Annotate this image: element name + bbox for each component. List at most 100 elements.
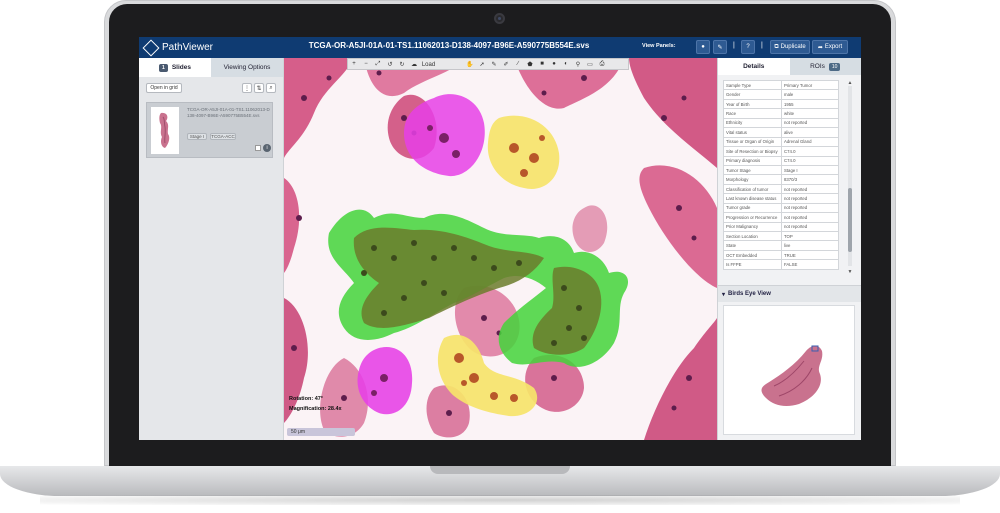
circle-icon[interactable]: ● [548, 61, 560, 67]
metadata-key: Last known disease status [723, 193, 782, 204]
list-view-button[interactable]: ⋮ [242, 83, 252, 93]
help-icon: ? [746, 44, 750, 50]
save-icon[interactable]: ⎙ [596, 61, 608, 68]
metadata-value: C74.0 [781, 146, 839, 157]
metadata-row: Morphology 8370/3 [723, 174, 839, 185]
slide-viewer[interactable]: + − ⤢ ↺ ↻ ☁ Load ✋ ➚ ✎ ✐ ∕ ⬟ ■ ● ◐ ⚲ ▭ ⎙ [284, 58, 717, 440]
tab-details[interactable]: Details [718, 58, 790, 75]
birds-eye-thumbnail [761, 345, 823, 406]
view-panel-button[interactable]: ● [696, 40, 710, 54]
metadata-value: alive [781, 127, 839, 138]
metadata-row: Sample Type Primary Tumor [723, 80, 839, 91]
birds-eye-view[interactable] [723, 305, 855, 435]
separator: | [733, 42, 735, 49]
metadata-key: Gender [723, 89, 782, 100]
metadata-row: State live [723, 240, 839, 251]
scroll-down-icon[interactable]: ▼ [846, 269, 854, 275]
metadata-value: 8370/3 [781, 174, 839, 185]
metadata-row: Race white [723, 108, 839, 119]
file-title: TCGA-OR-A5JI-01A-01-TS1.11062013-D138-40… [308, 41, 590, 50]
export-button[interactable]: ➦ Export [812, 40, 848, 54]
magnification-value: 28.4x [327, 406, 342, 412]
slide-thumbnail [151, 107, 179, 154]
metadata-key: Ethnicity [723, 117, 782, 129]
logo-text: PathViewer [162, 42, 213, 53]
zoom-out-icon[interactable]: − [360, 61, 372, 67]
magnification-readout: Magnification: 28.4x [289, 406, 342, 412]
metadata-key: Progression or Recurrence [723, 212, 782, 223]
open-in-grid-button[interactable]: Open in grid [146, 83, 182, 93]
metadata-key: Tissue or Organ of Origin [723, 136, 782, 148]
metadata-scrollbar[interactable]: ▲ ▼ [846, 76, 854, 276]
slide-name: TCGA-OR-A5JI-01A-01-TS1.11062013-D138-40… [187, 107, 270, 118]
metadata-key: Race [723, 108, 782, 119]
tab-rois-label: ROIs [810, 63, 825, 70]
left-panel: 1 Slides Viewing Options Open in grid ⋮ … [139, 58, 284, 440]
metadata-row: Site of Resection or Biopsy C74.0 [723, 146, 839, 157]
metadata-row: Year of Birth 1955 [723, 98, 839, 110]
left-tabs: 1 Slides Viewing Options [139, 58, 283, 77]
metadata-key: Is FFPE [723, 259, 782, 270]
metadata-key: Tumor grade [723, 202, 782, 214]
duplicate-button[interactable]: ⧉ Duplicate [770, 40, 810, 54]
marker-icon[interactable]: ✐ [500, 61, 512, 68]
duplicate-icon: ⧉ [774, 43, 779, 50]
export-label: Export [824, 44, 843, 50]
rotate-left-icon[interactable]: ↺ [384, 61, 396, 68]
metadata-row: Gender male [723, 89, 839, 100]
tab-slides[interactable]: 1 Slides [139, 58, 211, 77]
pin-icon[interactable]: ⚲ [572, 61, 584, 68]
metadata-value: 1955 [781, 98, 839, 110]
select-checkbox[interactable] [255, 145, 261, 151]
scale-bar: 50 μm [287, 428, 355, 436]
list-icon: ⋮ [244, 85, 250, 92]
pointer-icon[interactable]: ➚ [476, 61, 488, 68]
top-bar: PathViewer TCGA-OR-A5JI-01A-01-TS1.11062… [139, 37, 861, 58]
right-tabs: Details ROIs 10 [718, 58, 861, 75]
search-button[interactable]: ⌕ [266, 83, 276, 93]
info-icon[interactable]: i [263, 144, 271, 152]
slides-count-badge: 1 [159, 63, 168, 72]
brush-icon[interactable]: ∕ [512, 61, 524, 67]
scroll-thumb[interactable] [848, 188, 852, 252]
metadata-row: Tissue or Organ of Origin Adrenal Gland [723, 136, 839, 148]
fill-icon[interactable]: ◐ [560, 61, 572, 67]
app-logo[interactable]: PathViewer [142, 39, 213, 56]
help-button[interactable]: ? [741, 40, 755, 54]
hand-icon[interactable]: ✋ [464, 61, 476, 68]
fit-icon[interactable]: ⤢ [372, 61, 384, 68]
settings-button[interactable]: ✎ [713, 40, 727, 54]
polygon-icon[interactable]: ⬟ [524, 61, 536, 68]
zoom-in-icon[interactable]: + [348, 61, 360, 67]
viewer-toolbar: + − ⤢ ↺ ↻ ☁ Load ✋ ➚ ✎ ✐ ∕ ⬟ ■ ● ◐ ⚲ ▭ ⎙ [347, 58, 629, 70]
metadata-value: male [781, 89, 839, 100]
birds-eye-header[interactable]: ▾ Birds Eye View [718, 285, 861, 302]
app-screen: PathViewer TCGA-OR-A5JI-01A-01-TS1.11062… [139, 37, 861, 440]
rotate-right-icon[interactable]: ↻ [396, 61, 408, 68]
metadata-row: Tumor grade not reported [723, 202, 839, 214]
metadata-value: TOP [781, 230, 839, 242]
metadata-row: OCT Embedded TRUE [723, 249, 839, 261]
collapse-icon: ▾ [722, 291, 726, 298]
metadata-key: Morphology [723, 174, 782, 185]
metadata-value: not reported [781, 117, 839, 129]
eraser-icon[interactable]: ▭ [584, 61, 596, 68]
tab-rois[interactable]: ROIs 10 [789, 58, 861, 75]
load-button[interactable]: ☁ Load [408, 61, 435, 68]
metadata-value: not reported [781, 221, 839, 233]
metadata-key: Primary diagnosis [723, 155, 782, 166]
pen-icon[interactable]: ✎ [488, 61, 500, 68]
rois-count-badge: 10 [828, 62, 841, 71]
metadata-row: Prior Malignancy not reported [723, 221, 839, 233]
sort-button[interactable]: ⇅ [254, 83, 264, 93]
tab-slides-label: Slides [171, 64, 191, 71]
sort-icon: ⇅ [256, 85, 262, 92]
metadata-value: not reported [781, 183, 839, 195]
slide-card[interactable]: TCGA-OR-A5JI-01A-01-TS1.11062013-D138-40… [146, 102, 273, 158]
search-icon: ⌕ [269, 84, 273, 91]
view-panels-label: View Panels: [642, 43, 676, 49]
metadata-value: FALSE [781, 259, 839, 270]
square-icon[interactable]: ■ [536, 61, 548, 67]
metadata-value: not reported [781, 193, 839, 204]
tab-viewing-options[interactable]: Viewing Options [211, 58, 283, 77]
